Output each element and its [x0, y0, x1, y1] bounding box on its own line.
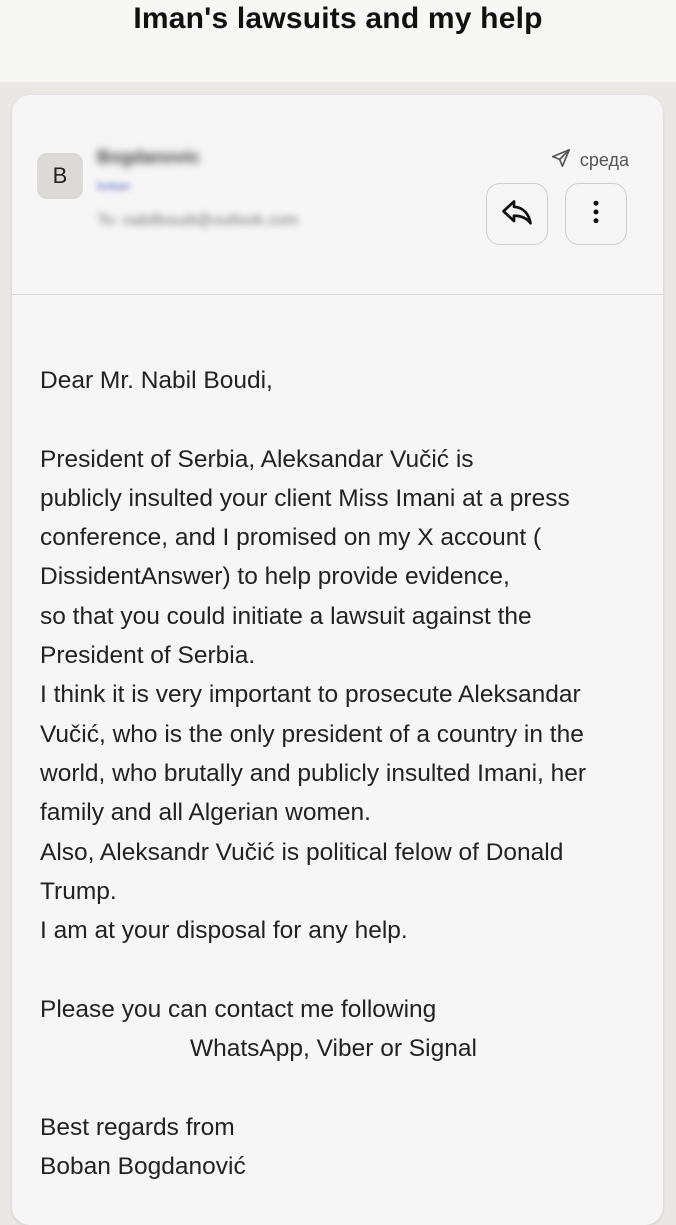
sender-email: boban — [97, 179, 131, 193]
body-line: Vučić, who is the only president of a co… — [40, 720, 584, 748]
body-line: Also, Aleksandr Vučić is political felow… — [40, 838, 564, 866]
more-options-button[interactable] — [565, 183, 627, 245]
sender-name[interactable]: Bogdanovic — [97, 147, 200, 168]
closing: Best regards from — [40, 1113, 235, 1141]
body-line: President of Serbia, Aleksandar Vučić is — [40, 445, 474, 473]
email-subject: Iman's lawsuits and my help — [133, 2, 543, 35]
body-line: President of Serbia. — [40, 642, 256, 670]
sent-info: среда — [550, 147, 629, 174]
body-line: conference, and I promised on my X accou… — [40, 524, 542, 552]
send-icon — [550, 147, 572, 174]
contact-line: Please you can contact me following — [40, 995, 437, 1023]
avatar-letter: B — [52, 163, 68, 188]
reply-button[interactable] — [486, 183, 548, 245]
recipient-line: To: nabilboudi@outlook.com — [97, 212, 299, 229]
header-divider — [12, 294, 663, 295]
body-line: family and all Algerian women. — [40, 799, 371, 827]
contact-apps: WhatsApp, Viber or Signal — [190, 1035, 477, 1063]
body-line: DissidentAnswer) to help provide evidenc… — [40, 563, 510, 591]
email-body: Dear Mr. Nabil Boudi, President of Serbi… — [40, 361, 640, 1186]
greeting: Dear Mr. Nabil Boudi, — [40, 367, 273, 394]
email-card: B Bogdanovic boban To: nabilboudi@outloo… — [12, 95, 663, 1225]
app-header: Iman's lawsuits and my help — [0, 0, 676, 82]
signature: Boban Bogdanović — [40, 1152, 246, 1180]
more-vertical-icon — [581, 197, 611, 232]
contact-line: WhatsApp, Viber or Signal — [40, 1029, 640, 1068]
body-line: world, who brutally and publicly insulte… — [40, 759, 587, 787]
reply-icon — [499, 194, 535, 235]
body-line: so that you could initiate a lawsuit aga… — [40, 602, 532, 630]
body-line: I think it is very important to prosecut… — [40, 681, 581, 709]
body-line: I am at your disposal for any help. — [40, 917, 408, 945]
sender-avatar[interactable]: B — [37, 153, 83, 199]
body-line: Trump. — [40, 877, 117, 905]
body-line: publicly insulted your client Miss Imani… — [40, 484, 570, 512]
sent-day: среда — [579, 150, 629, 170]
